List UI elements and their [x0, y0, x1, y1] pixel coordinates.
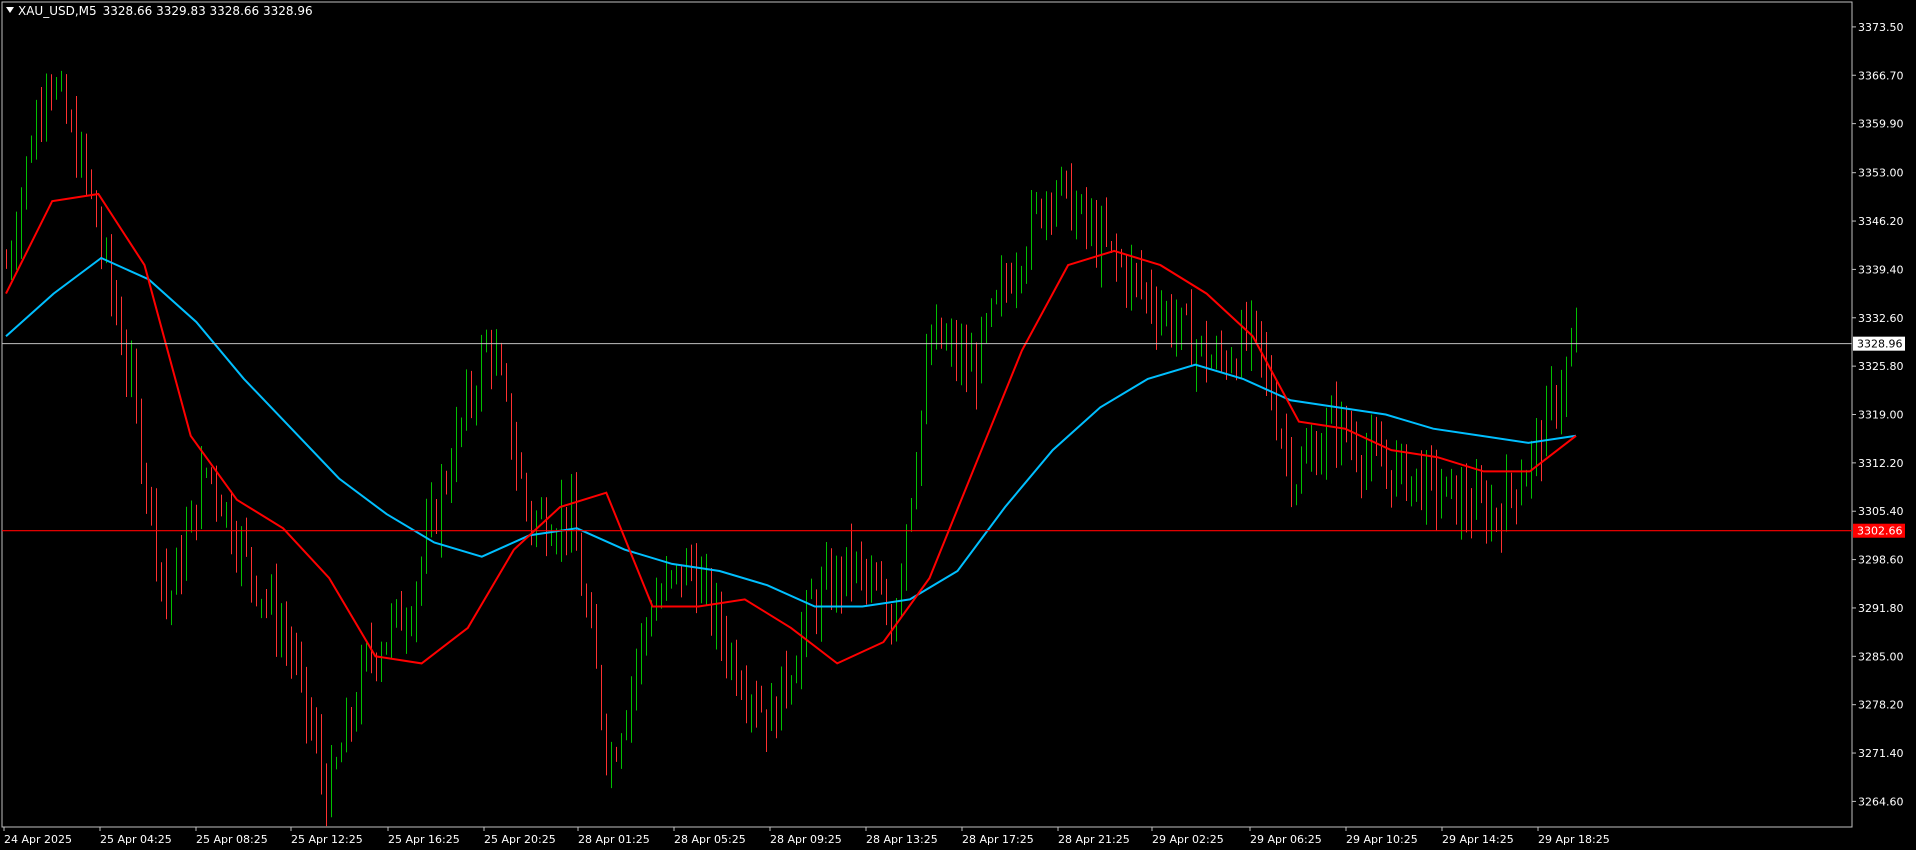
y-tick-label: 3264.60 [1858, 795, 1904, 808]
symbol-timeframe: XAU_USD,M5 [18, 4, 97, 18]
y-tick-label: 3278.20 [1858, 699, 1904, 712]
y-tick-label: 3319.00 [1858, 409, 1904, 422]
y-tick-label: 3373.50 [1858, 21, 1904, 34]
y-tick-label: 3325.80 [1858, 360, 1904, 373]
level-price-label-text: 3302.66 [1857, 525, 1903, 538]
y-tick-label: 3305.40 [1858, 505, 1904, 518]
x-tick-label: 25 Apr 20:25 [484, 833, 556, 846]
price-chart[interactable]: 3373.50 3366.70 3359.90 3353.00 3346.20 3339.… [0, 0, 1916, 850]
x-tick-label: 28 Apr 01:25 [578, 833, 650, 846]
y-tick-label: 3312.20 [1858, 457, 1904, 470]
y-tick-label: 3291.80 [1858, 602, 1904, 615]
y-tick-label: 3298.60 [1858, 554, 1904, 567]
x-tick-label: 28 Apr 17:25 [962, 833, 1034, 846]
y-tick-label: 3332.60 [1858, 312, 1904, 325]
x-tick-label: 25 Apr 12:25 [291, 833, 363, 846]
x-tick-label: 28 Apr 05:25 [674, 833, 746, 846]
x-tick-label: 29 Apr 02:25 [1152, 833, 1224, 846]
x-tick-label: 28 Apr 09:25 [770, 833, 842, 846]
bid-price-label: 3328.96 [1853, 336, 1905, 351]
y-tick-label: 3339.40 [1858, 263, 1904, 276]
time-axis[interactable]: 24 Apr 2025 25 Apr 04:25 25 Apr 08:25 25 Ap… [3, 827, 1610, 846]
x-tick-label: 29 Apr 06:25 [1250, 833, 1322, 846]
price-axis[interactable]: 3373.50 3366.70 3359.90 3353.00 3346.20 3339.… [1852, 21, 1904, 809]
y-tick-label: 3353.00 [1858, 167, 1904, 180]
y-tick-label: 3346.20 [1858, 215, 1904, 228]
chevron-down-icon[interactable] [6, 7, 14, 13]
x-tick-label: 28 Apr 21:25 [1058, 833, 1130, 846]
x-tick-label: 25 Apr 04:25 [100, 833, 172, 846]
ohlc-values: 3328.66 3329.83 3328.66 3328.96 [102, 4, 313, 18]
x-tick-label: 24 Apr 2025 [4, 833, 72, 846]
y-tick-label: 3359.90 [1858, 118, 1904, 131]
bid-price-label-text: 3328.96 [1857, 338, 1903, 351]
y-tick-label: 3285.00 [1858, 650, 1904, 663]
x-tick-label: 29 Apr 14:25 [1442, 833, 1514, 846]
y-tick-label: 3366.70 [1858, 69, 1904, 82]
x-tick-label: 25 Apr 08:25 [196, 833, 268, 846]
level-price-label: 3302.66 [1853, 523, 1905, 538]
y-tick-label: 3271.40 [1858, 747, 1904, 760]
x-tick-label: 29 Apr 18:25 [1538, 833, 1610, 846]
x-tick-label: 25 Apr 16:25 [388, 833, 460, 846]
chart-header: XAU_USD,M5 3328.66 3329.83 3328.66 3328.9… [6, 4, 313, 18]
x-tick-label: 28 Apr 13:25 [866, 833, 938, 846]
x-tick-label: 29 Apr 10:25 [1346, 833, 1418, 846]
